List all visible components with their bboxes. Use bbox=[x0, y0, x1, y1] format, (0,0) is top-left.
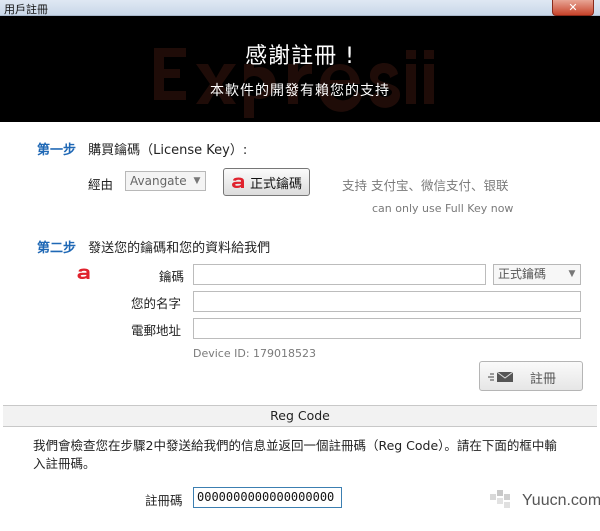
license-key-input[interactable] bbox=[193, 264, 486, 285]
official-key-button[interactable]: 正式鑰碼 bbox=[223, 168, 310, 196]
title-bar: 用戶註冊 ✕ bbox=[0, 0, 600, 16]
official-key-label: 正式鑰碼 bbox=[249, 175, 302, 191]
banner-subtitle: 本軟件的開發有賴您的支持 bbox=[210, 83, 390, 99]
step2-number: 第二步 bbox=[37, 241, 77, 256]
banner-title: 感謝註冊 ! bbox=[245, 44, 355, 69]
step1-heading: 第一步 購買鑰碼（License Key）: bbox=[37, 139, 247, 158]
site-watermark: Yuucn.com bbox=[522, 492, 600, 509]
key-type-select-value: 正式鑰碼 bbox=[498, 267, 547, 281]
chevron-down-icon: ▼ bbox=[193, 176, 201, 186]
email-label: 電郵地址 bbox=[131, 323, 182, 338]
avangate-logo-icon bbox=[231, 177, 244, 188]
key-label: 鑰碼 bbox=[159, 269, 185, 284]
key-type-select[interactable]: 正式鑰碼 ▼ bbox=[493, 264, 581, 285]
step2-heading: 第二步 發送您的鑰碼和您的資料給我們 bbox=[37, 237, 270, 256]
chevron-down-icon: ▼ bbox=[568, 269, 576, 279]
full-key-note: can only use Full Key now bbox=[372, 202, 514, 215]
reg-code-section-header: Reg Code bbox=[3, 405, 597, 427]
step2-text: 發送您的鑰碼和您的資料給我們 bbox=[88, 241, 271, 256]
reg-code-input[interactable]: 0000000000000000000 bbox=[193, 487, 342, 508]
avangate-logo-icon bbox=[77, 268, 90, 279]
via-label: 經由 bbox=[88, 177, 114, 192]
name-label: 您的名字 bbox=[131, 296, 182, 311]
reg-code-description: 我們會檢查您在步驟2中發送給我們的信息並返回一個註冊碼（Reg Code）。請在… bbox=[33, 438, 557, 471]
send-mail-icon bbox=[488, 371, 514, 382]
vendor-select[interactable]: Avangate ▼ bbox=[125, 171, 206, 191]
device-id: Device ID: 179018523 bbox=[193, 347, 317, 360]
register-button[interactable]: 註冊 bbox=[479, 361, 583, 391]
brand-logo-icon bbox=[490, 490, 510, 508]
vendor-select-value: Avangate bbox=[130, 174, 187, 188]
close-icon: ✕ bbox=[568, 1, 578, 14]
payment-support-text: 支持 支付宝、微信支付、银联 bbox=[342, 178, 509, 193]
window-title: 用戶註冊 bbox=[4, 3, 48, 16]
name-input[interactable] bbox=[193, 291, 581, 312]
header-banner: 感謝註冊 ! 本軟件的開發有賴您的支持 bbox=[0, 16, 600, 122]
close-button[interactable]: ✕ bbox=[552, 0, 594, 16]
email-input[interactable] bbox=[193, 318, 581, 339]
step1-number: 第一步 bbox=[37, 143, 77, 158]
register-label: 註冊 bbox=[530, 371, 557, 386]
step1-text: 購買鑰碼（License Key）: bbox=[88, 143, 248, 158]
reg-code-label: 註冊碼 bbox=[145, 493, 183, 508]
